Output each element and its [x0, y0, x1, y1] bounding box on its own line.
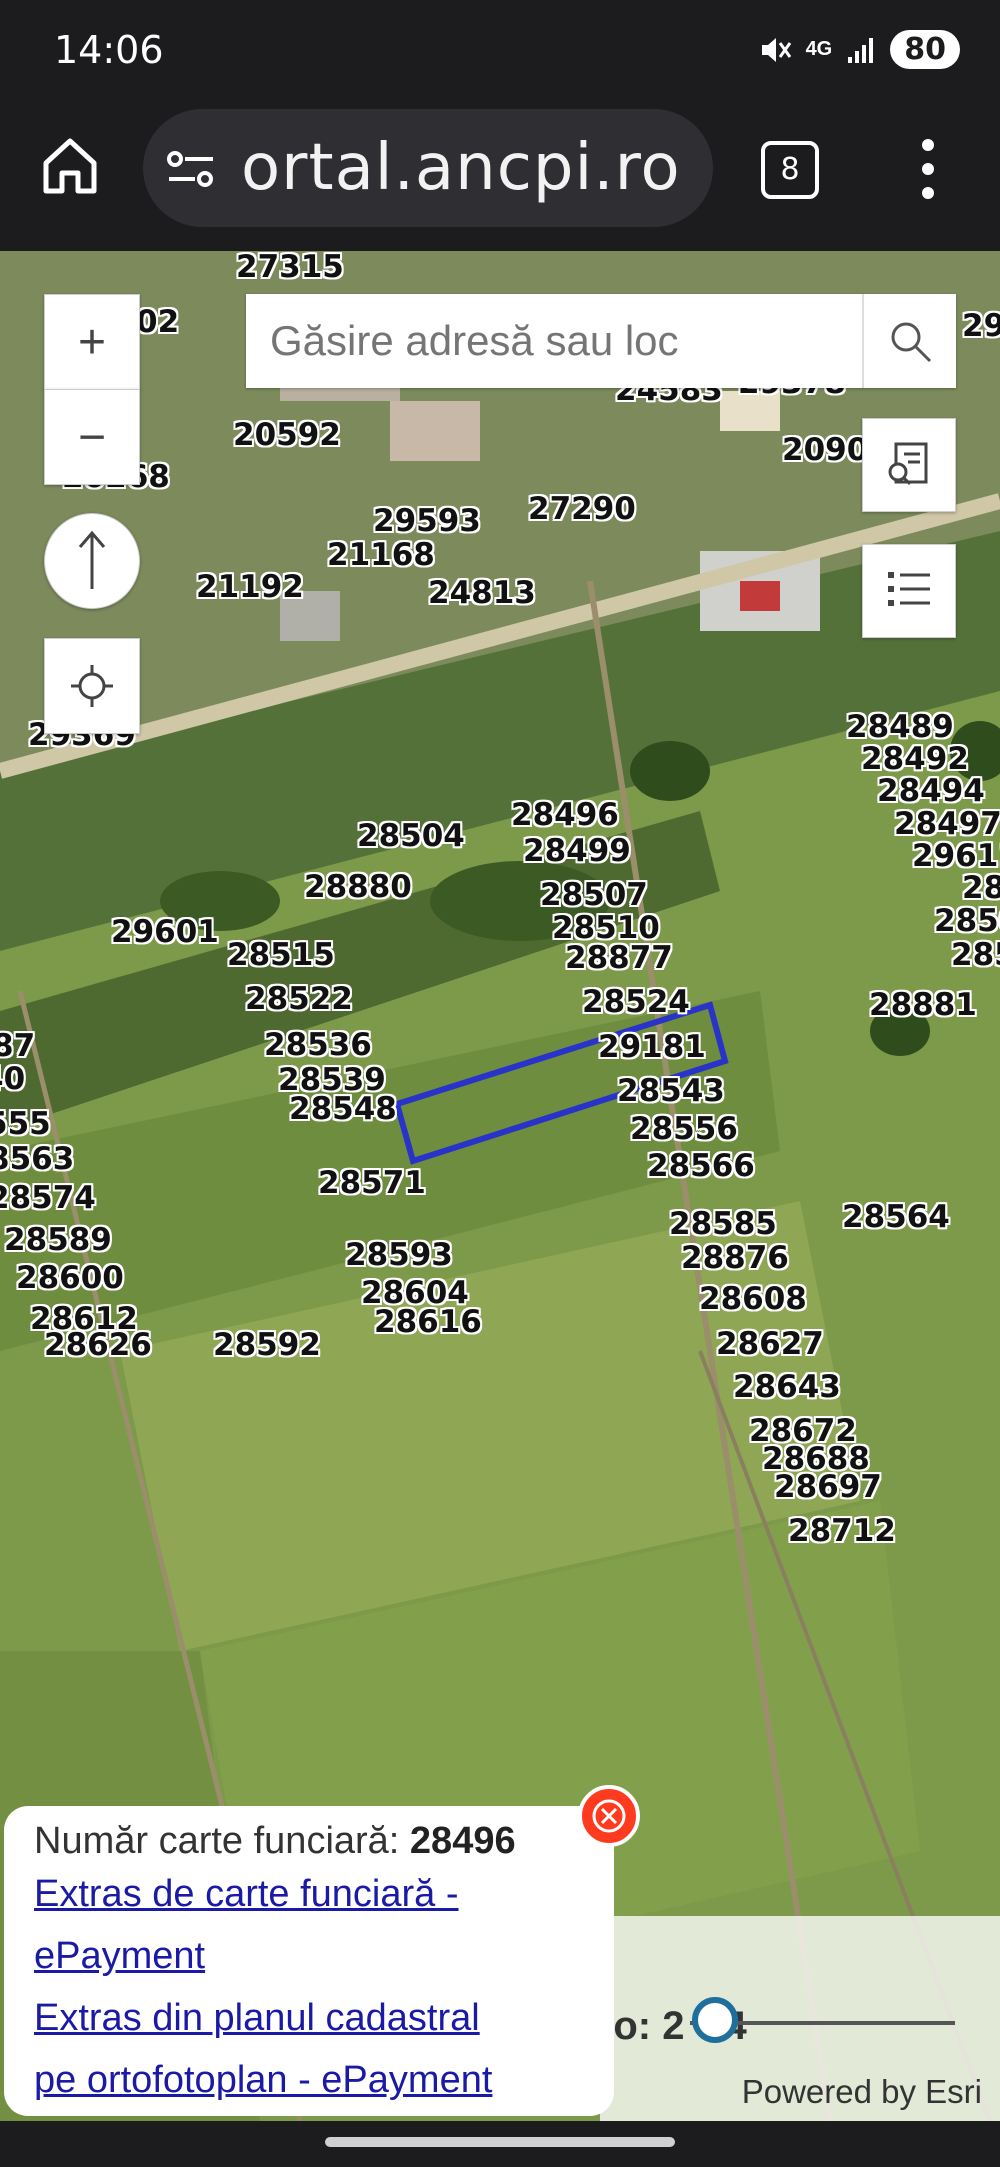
parcel-label: 28616	[374, 1304, 482, 1340]
extract-carte-funciara-link[interactable]: Extras de carte funciară - ePayment	[34, 1863, 584, 1987]
parcel-label: 555	[0, 1106, 51, 1142]
browser-toolbar: ortal.ancpi.ro 8	[0, 105, 1000, 251]
url-bar[interactable]: ortal.ancpi.ro	[143, 109, 713, 227]
overflow-menu-icon[interactable]	[918, 137, 938, 201]
system-nav-bar	[0, 2121, 1000, 2167]
parcel-label: 28515	[227, 937, 335, 973]
parcel-label: 28574	[0, 1180, 96, 1216]
parcel-label: 40	[0, 1061, 26, 1097]
parcel-label: 29601	[111, 914, 219, 950]
parcel-info-popup: Număr carte funciară: 28496 Extras de ca…	[4, 1806, 614, 2116]
zoom-out-icon: −	[77, 410, 107, 464]
mute-icon	[761, 37, 791, 62]
home-button[interactable]	[38, 133, 102, 197]
parcel-label: 28697	[774, 1469, 882, 1505]
parcel-label: 02	[136, 304, 180, 340]
popup-close-button[interactable]	[578, 1785, 640, 1847]
parcel-label: 28499	[523, 833, 631, 869]
layer-list-icon	[888, 572, 930, 606]
parcel-label: 28643	[733, 1369, 841, 1405]
parcel-label: 28626	[44, 1327, 152, 1363]
parcel-label: 28877	[565, 940, 673, 976]
zoom-in-button[interactable]: +	[44, 294, 140, 390]
signal-icon	[848, 37, 874, 63]
parcel-label: 28494	[877, 773, 985, 809]
parcel-label: 28556	[630, 1111, 738, 1147]
document-search-icon	[888, 442, 928, 486]
parcel-label: 2090	[782, 432, 869, 468]
site-settings-icon[interactable]	[165, 147, 217, 191]
parcel-label: 28492	[861, 741, 969, 777]
parcel-label: 28504	[357, 818, 465, 854]
url-text: ortal.ancpi.ro	[241, 131, 681, 205]
layer-list-button[interactable]	[862, 544, 956, 638]
battery-indicator: 80	[890, 30, 960, 69]
parcel-label: 27290	[528, 491, 636, 527]
parcel-label: 21168	[327, 537, 435, 573]
parcel-label: 21192	[196, 569, 304, 605]
parcel-label: 28592	[213, 1327, 321, 1363]
time-slider-handle[interactable]	[692, 1997, 738, 2043]
popup-title: Număr carte funciară: 28496	[34, 1820, 516, 1862]
zoom-out-button[interactable]: −	[44, 389, 140, 485]
status-time: 14:06	[54, 28, 164, 72]
parcel-label: 28507	[540, 877, 648, 913]
north-arrow-icon	[78, 530, 106, 589]
parcel-label: 8563	[0, 1141, 75, 1177]
identify-tool-button[interactable]	[862, 418, 956, 512]
close-icon	[592, 1799, 626, 1833]
parcel-label: 28880	[304, 869, 412, 905]
carte-funciara-number: 28496	[409, 1820, 516, 1862]
esri-attribution: Powered by Esri	[741, 2073, 982, 2110]
parcel-label: 28524	[582, 984, 690, 1020]
compass-button[interactable]	[44, 513, 140, 609]
parcel-label: 29611	[912, 838, 1000, 874]
parcel-label: 28608	[699, 1281, 807, 1317]
parcel-label: 87	[0, 1028, 36, 1064]
status-icons: 4G 80	[758, 30, 960, 69]
parcel-label: 28566	[647, 1148, 755, 1184]
parcel-label: 24813	[428, 575, 536, 611]
parcel-label: 2850	[962, 870, 1000, 906]
parcel-label: 28589	[4, 1222, 112, 1258]
parcel-label: 28536	[264, 1027, 372, 1063]
tab-switcher-button[interactable]: 8	[761, 141, 819, 199]
parcel-label: 28600	[16, 1260, 124, 1296]
status-bar: 14:06 4G 80	[0, 0, 1000, 105]
extract-plan-cadastral-link[interactable]: Extras din planul cadastral pe ortofotopl…	[34, 1987, 584, 2111]
time-slider: to: 24 Powered by Esri	[600, 1916, 1000, 2121]
parcel-label: 28571	[318, 1165, 426, 1201]
parcel-label: 20592	[233, 417, 341, 453]
parcel-label: 28881	[869, 987, 977, 1023]
parcel-label: 2850	[934, 903, 1000, 939]
search-button[interactable]	[862, 294, 956, 388]
parcel-label: 27315	[236, 251, 344, 285]
parcel-label: 29181	[598, 1029, 706, 1065]
parcel-label: 29	[962, 308, 1000, 344]
network-type: 4G	[805, 38, 833, 60]
parcel-label: 28497	[894, 806, 1000, 842]
parcel-label: 28489	[846, 709, 954, 745]
parcel-label: 28543	[617, 1073, 725, 1109]
parcel-label: 28585	[669, 1206, 777, 1242]
search-input[interactable]	[246, 294, 856, 388]
parcel-label: 29593	[373, 503, 481, 539]
address-search	[246, 294, 956, 388]
locate-icon	[71, 665, 113, 707]
search-icon	[891, 322, 932, 363]
parcel-label: 28496	[511, 797, 619, 833]
parcel-label: 28593	[345, 1237, 453, 1273]
gesture-handle[interactable]	[325, 2137, 675, 2147]
parcel-label: 28712	[788, 1513, 896, 1549]
home-icon	[43, 138, 97, 194]
parcel-label: 28522	[245, 981, 353, 1017]
parcel-label: 285	[951, 937, 1000, 973]
parcel-label: 28564	[842, 1199, 950, 1235]
parcel-label: 28876	[681, 1240, 789, 1276]
parcel-label: 28627	[716, 1326, 824, 1362]
locate-button[interactable]	[44, 638, 140, 734]
parcel-label: 28548	[289, 1091, 397, 1127]
zoom-in-icon: +	[77, 315, 107, 369]
